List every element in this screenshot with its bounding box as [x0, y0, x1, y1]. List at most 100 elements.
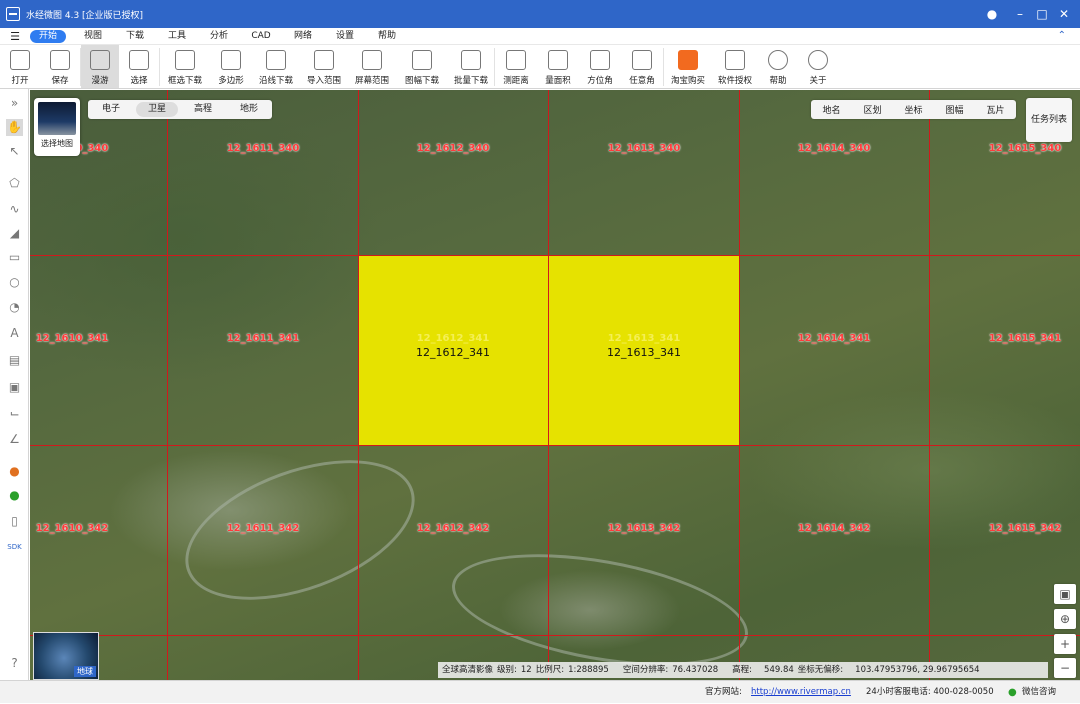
polygon-tool-icon[interactable]: ⬠: [6, 175, 23, 192]
status-resolution: 76.437028: [672, 665, 719, 675]
website-link[interactable]: http://www.rivermap.cn: [751, 681, 851, 704]
menu-bar: ☰ 开始 视图 下载 工具 分析 CAD 网络 设置 帮助 ⌃: [0, 28, 1080, 45]
overlay-coordinates[interactable]: 坐标: [893, 103, 934, 116]
taobao-buy-button[interactable]: 淘宝购买: [664, 45, 712, 88]
close-button[interactable]: ✕: [1054, 4, 1074, 24]
tile-label: 12_1614_342: [797, 523, 871, 534]
sector-tool-icon[interactable]: ◔: [6, 299, 23, 316]
circle-tool-icon[interactable]: ○: [6, 274, 23, 291]
basemap-selector[interactable]: 选择地图: [34, 98, 80, 156]
hotline: 24小时客服电话: 400-028-0050: [866, 687, 994, 697]
license-button[interactable]: 软件授权: [712, 45, 758, 88]
user-icon[interactable]: ●: [982, 4, 1002, 24]
text-tool-icon[interactable]: A: [6, 325, 23, 342]
polyline-tool-icon[interactable]: ∿: [6, 201, 23, 218]
overlay-placenames[interactable]: 地名: [811, 103, 852, 116]
collapse-ribbon-icon[interactable]: ⌃: [1058, 30, 1066, 41]
measure-distance-button[interactable]: 测距离: [495, 45, 537, 88]
layer-tab-terrain[interactable]: 地形: [228, 102, 270, 117]
menu-start[interactable]: 开始: [30, 29, 66, 43]
wechat-plugin-icon[interactable]: ●: [6, 487, 23, 504]
menu-help[interactable]: 帮助: [366, 30, 408, 43]
screen-icon: [362, 50, 382, 70]
measure-area-button[interactable]: 量面积: [537, 45, 579, 88]
sheet-icon: [412, 50, 432, 70]
layer-tab-elevation[interactable]: 高程: [182, 102, 224, 117]
status-elevation: 549.84: [764, 665, 794, 675]
line-download-button[interactable]: 沿线下载: [252, 45, 300, 88]
select-button[interactable]: 选择: [119, 45, 159, 88]
batch-download-button[interactable]: 批量下载: [448, 45, 494, 88]
help-button[interactable]: 帮助: [758, 45, 798, 88]
tile-label: 12_1612_340: [416, 143, 490, 154]
locate-icon[interactable]: ⊕: [1054, 609, 1076, 629]
basemap-thumbnail: [38, 102, 76, 135]
grid-line: [739, 90, 740, 680]
layer-tabs: 电子 卫星 高程 地形: [88, 100, 272, 119]
select-tool-icon[interactable]: ↖: [6, 143, 23, 160]
sdk-icon[interactable]: SDK: [6, 539, 23, 556]
menu-settings[interactable]: 设置: [324, 30, 366, 43]
help-circle-icon[interactable]: ?: [6, 655, 23, 672]
box-download-button[interactable]: 框选下载: [160, 45, 210, 88]
polygon-button[interactable]: 多边形: [210, 45, 252, 88]
tile-label: 12_1614_340: [797, 143, 871, 154]
status-source: 全球高清影像: [442, 665, 494, 675]
pan-tool-icon[interactable]: ✋: [6, 119, 23, 136]
layer-tab-electronic[interactable]: 电子: [90, 102, 132, 117]
pan-button[interactable]: 漫游: [81, 45, 119, 88]
ruler-tool-icon[interactable]: ▤: [6, 352, 23, 369]
taobao-icon: [678, 50, 698, 70]
save-button[interactable]: 保存: [40, 45, 80, 88]
import-range-button[interactable]: 导入范围: [300, 45, 348, 88]
maximize-button[interactable]: □: [1032, 4, 1052, 24]
tile-label-ghost: 12_1613_341: [607, 333, 681, 344]
minimize-button[interactable]: –: [1010, 4, 1030, 24]
area-tool-icon[interactable]: ◢: [6, 225, 23, 242]
save-icon: [50, 50, 70, 70]
angle-button[interactable]: 任意角: [621, 45, 663, 88]
full-extent-icon[interactable]: ▣: [1054, 584, 1076, 604]
menu-view[interactable]: 视图: [72, 30, 114, 43]
status-resolution-label: 空间分辨率:: [622, 665, 669, 675]
task-list-button[interactable]: 任务列表: [1026, 98, 1072, 142]
cursor-icon: [129, 50, 149, 70]
map-canvas[interactable]: 12_1610_340 12_1611_340 12_1612_340 12_1…: [30, 90, 1080, 680]
zoom-out-button[interactable]: −: [1054, 658, 1076, 678]
sheet-download-button[interactable]: 图幅下载: [396, 45, 448, 88]
overlay-tiles[interactable]: 瓦片: [975, 103, 1016, 116]
plugin-icon[interactable]: ●: [6, 463, 23, 480]
bearing-tool-icon[interactable]: ⌙: [6, 405, 23, 422]
menu-tools[interactable]: 工具: [156, 30, 198, 43]
wechat-consult-link[interactable]: 微信咨询: [1022, 681, 1056, 704]
zoom-in-button[interactable]: +: [1054, 634, 1076, 654]
status-scale: 1:288895: [568, 665, 609, 675]
screen-range-button[interactable]: 屏幕范围: [348, 45, 396, 88]
hamburger-menu-icon[interactable]: ☰: [0, 30, 30, 43]
area-measure-tool-icon[interactable]: ▣: [6, 379, 23, 396]
bearing-button[interactable]: 方位角: [579, 45, 621, 88]
import-icon: [314, 50, 334, 70]
angle-tool-icon[interactable]: ∠: [6, 431, 23, 448]
expand-panel-icon[interactable]: »: [6, 95, 23, 112]
menu-analysis[interactable]: 分析: [198, 30, 240, 43]
lock-icon: [725, 50, 745, 70]
tile-label: 12_1615_341: [988, 333, 1062, 344]
window-title: 水经微图 4.3 [企业版已授权]: [26, 10, 144, 21]
grid-line: [30, 635, 1080, 636]
menu-download[interactable]: 下载: [114, 30, 156, 43]
layer-tab-satellite[interactable]: 卫星: [136, 102, 178, 117]
rectangle-tool-icon[interactable]: ▭: [6, 249, 23, 266]
menu-cad[interactable]: CAD: [240, 30, 282, 43]
map-status-strip: 全球高清影像 级别: 12 比例尺: 1:288895 空间分辨率: 76.43…: [438, 662, 1048, 678]
title-bar: 水经微图 4.3 [企业版已授权] ● – □ ✕: [0, 0, 1080, 28]
hand-icon: [90, 50, 110, 70]
globe-view-button[interactable]: 地球: [33, 632, 99, 680]
globe-label: 地球: [74, 666, 96, 677]
overlay-divisions[interactable]: 区划: [852, 103, 893, 116]
about-button[interactable]: 关于: [798, 45, 838, 88]
menu-network[interactable]: 网络: [282, 30, 324, 43]
open-button[interactable]: 打开: [0, 45, 40, 88]
phone-icon[interactable]: ▯: [6, 513, 23, 530]
overlay-sheets[interactable]: 图幅: [934, 103, 975, 116]
